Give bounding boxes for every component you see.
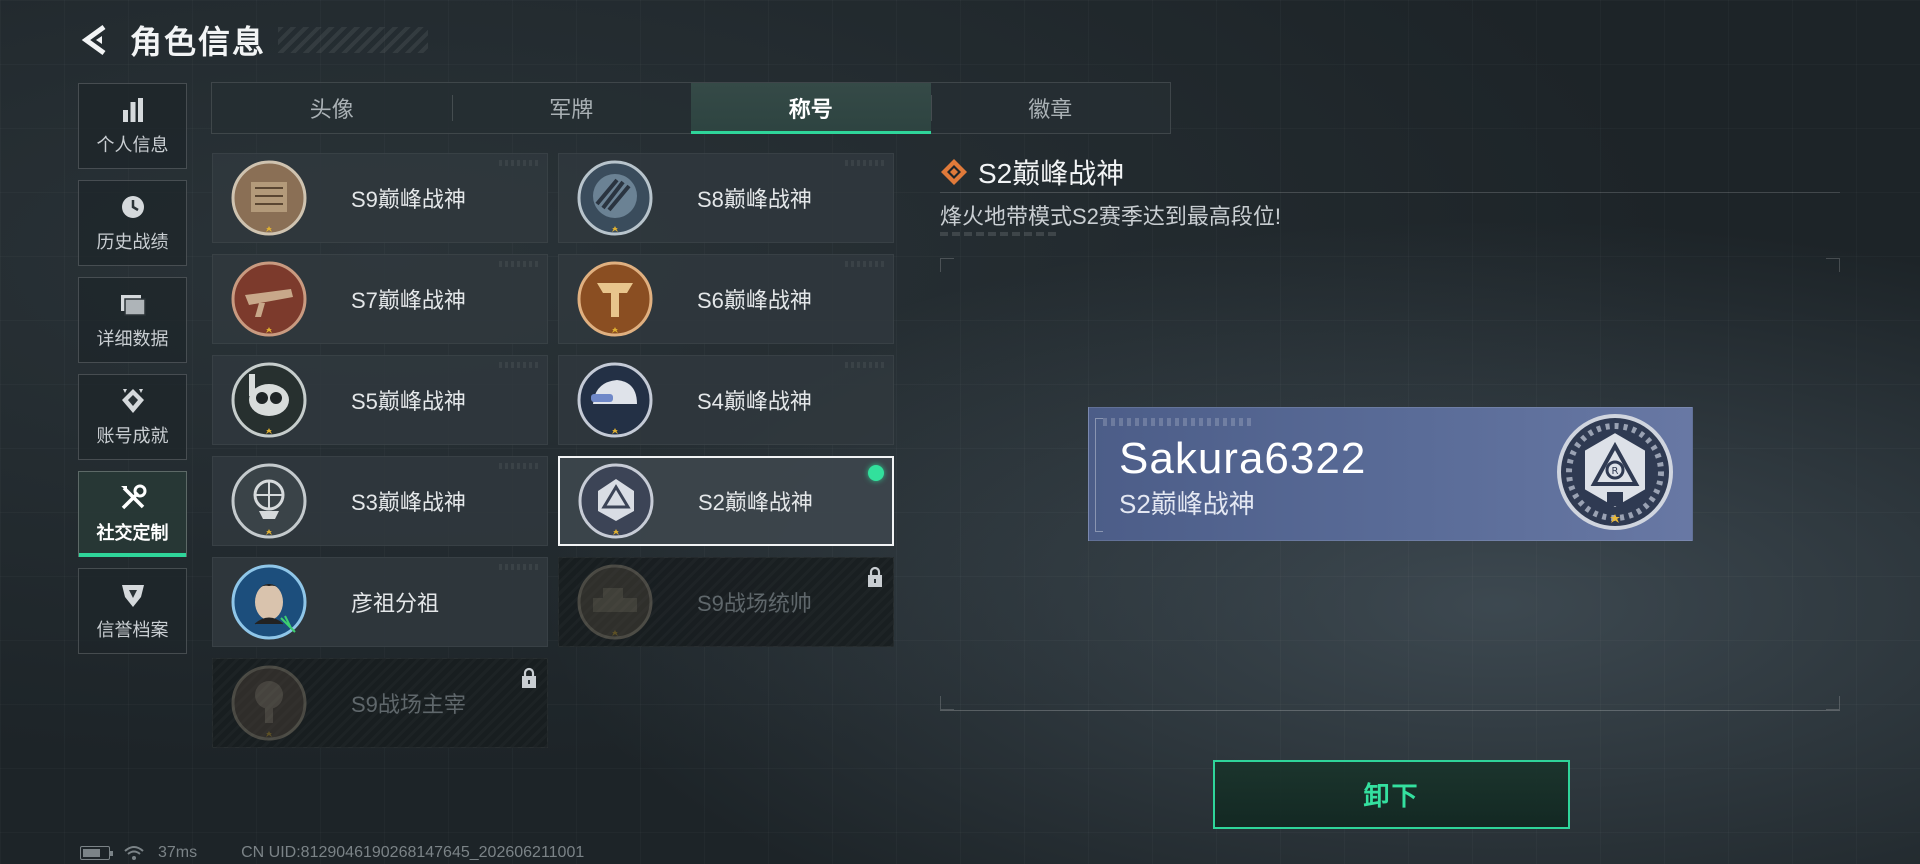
sidebar-item-achievements[interactable]: 账号成就 <box>78 374 187 460</box>
title-card-locked[interactable]: S9战场统帅 <box>558 557 894 647</box>
sidebar-item-history[interactable]: 历史战绩 <box>78 180 187 266</box>
sidebar-item-social[interactable]: 社交定制 <box>78 471 187 557</box>
card-decoration <box>499 463 539 469</box>
sidebar-item-label: 社交定制 <box>96 523 169 543</box>
sidebar-item-label: 账号成就 <box>96 426 169 446</box>
title-badge-icon <box>575 158 655 238</box>
title-card[interactable]: S7巅峰战神 <box>212 254 548 344</box>
bar-chart-icon <box>118 95 148 125</box>
title-card-label: S9巅峰战神 <box>351 187 466 212</box>
sidebar-item-label: 个人信息 <box>96 135 169 155</box>
title-card-label: S3巅峰战神 <box>351 490 466 515</box>
card-decoration <box>499 261 539 267</box>
title-card[interactable]: S9巅峰战神 <box>212 153 548 243</box>
title-badge-icon <box>229 663 309 743</box>
title-card[interactable]: S3巅峰战神 <box>212 456 548 546</box>
sidebar-item-label: 历史战绩 <box>96 232 169 252</box>
divider <box>940 192 1840 193</box>
svg-text:R: R <box>1612 466 1619 477</box>
back-arrow-icon <box>81 24 106 56</box>
sidebar-item-label: 信誉档案 <box>96 620 169 640</box>
title-grid: S9巅峰战神 S8巅峰战神 S7巅峰战神 S6巅峰战神 S5巅峰战神 S4巅峰战 <box>212 153 894 748</box>
card-decoration <box>499 160 539 166</box>
wifi-icon <box>124 846 144 860</box>
sidebar: 个人信息 历史战绩 详细数据 账号成就 社交定制 信誉档案 <box>78 83 187 665</box>
title-diamond-icon <box>941 159 967 185</box>
lock-icon <box>868 566 882 587</box>
title-card-label: S2巅峰战神 <box>698 490 813 515</box>
nameplate-bracket <box>1095 418 1103 532</box>
uid-text: CN UID:8129046190268147645_202606211001 <box>241 844 585 861</box>
s2-title-badge-icon: R <box>1557 414 1673 530</box>
title-card-label: 彦祖分祖 <box>351 591 440 616</box>
title-card-locked[interactable]: S9战场主宰 <box>212 658 548 748</box>
card-decoration <box>845 160 885 166</box>
detail-header: S2巅峰战神 <box>940 152 1124 192</box>
title-card-label: S5巅峰战神 <box>351 389 466 414</box>
title-badge-icon <box>575 360 655 440</box>
title-card-label: S7巅峰战神 <box>351 288 466 313</box>
tab-bar: 头像 军牌 称号 徽章 <box>211 82 1171 134</box>
description-decoration <box>940 232 1060 236</box>
title-decoration <box>278 27 429 53</box>
tools-icon <box>118 483 148 513</box>
page-title: 角色信息 <box>130 24 267 60</box>
sidebar-item-profile[interactable]: 个人信息 <box>78 83 187 169</box>
title-card[interactable]: S5巅峰战神 <box>212 355 548 445</box>
sidebar-item-stats[interactable]: 详细数据 <box>78 277 187 363</box>
ping-text: 37ms <box>158 844 198 861</box>
title-card-selected[interactable]: S2巅峰战神 <box>558 456 894 546</box>
frame-corner <box>1826 258 1840 272</box>
title-card-label: S9战场统帅 <box>697 591 812 616</box>
player-name: Sakura6322 <box>1119 434 1367 483</box>
title-badge-icon <box>575 259 655 339</box>
card-decoration <box>499 564 539 570</box>
folder-icon <box>118 289 148 319</box>
status-bar: 37ms CN UID:8129046190268147645_20260621… <box>80 843 584 863</box>
lock-icon <box>522 667 536 688</box>
tab-dogtag[interactable]: 军牌 <box>451 83 692 133</box>
tab-title[interactable]: 称号 <box>691 83 931 134</box>
title-card[interactable]: S8巅峰战神 <box>558 153 894 243</box>
nameplate-decoration <box>1103 418 1253 426</box>
title-badge-icon <box>229 461 309 541</box>
frame-corner <box>1826 696 1840 710</box>
achievement-icon <box>118 386 148 416</box>
player-title: S2巅峰战神 <box>1119 489 1255 519</box>
title-card[interactable]: S4巅峰战神 <box>558 355 894 445</box>
title-card[interactable]: 彦祖分祖 <box>212 557 548 647</box>
title-card-label: S4巅峰战神 <box>697 389 812 414</box>
tab-avatar[interactable]: 头像 <box>212 83 452 133</box>
title-card[interactable]: S6巅峰战神 <box>558 254 894 344</box>
card-decoration <box>845 261 885 267</box>
title-badge-icon <box>575 562 655 642</box>
title-badge-icon <box>229 158 309 238</box>
title-badge-icon <box>576 461 656 541</box>
clock-icon <box>118 192 148 222</box>
title-card-label: S9战场主宰 <box>351 692 466 717</box>
frame-corner <box>940 258 954 272</box>
title-badge-icon <box>229 562 309 642</box>
battery-icon <box>80 846 113 860</box>
tab-badge[interactable]: 徽章 <box>930 83 1171 133</box>
detail-title: S2巅峰战神 <box>978 158 1125 189</box>
card-decoration <box>499 362 539 368</box>
frame-corner <box>940 696 954 710</box>
shield-icon <box>118 580 148 610</box>
detail-description: 烽火地带模式S2赛季达到最高段位! <box>940 204 1282 229</box>
header: 角色信息 <box>78 18 429 62</box>
title-badge-icon <box>229 360 309 440</box>
nameplate-preview: Sakura6322 S2巅峰战神 R <box>1088 407 1693 541</box>
title-badge-icon <box>229 259 309 339</box>
sidebar-item-label: 详细数据 <box>96 329 169 349</box>
sidebar-item-reputation[interactable]: 信誉档案 <box>78 568 187 654</box>
equipped-indicator <box>868 465 884 481</box>
divider <box>940 710 1840 711</box>
back-button[interactable] <box>78 23 112 57</box>
card-decoration <box>845 362 885 368</box>
title-card-label: S8巅峰战神 <box>697 187 812 212</box>
title-card-label: S6巅峰战神 <box>697 288 812 313</box>
unequip-button[interactable]: 卸下 <box>1213 760 1570 829</box>
